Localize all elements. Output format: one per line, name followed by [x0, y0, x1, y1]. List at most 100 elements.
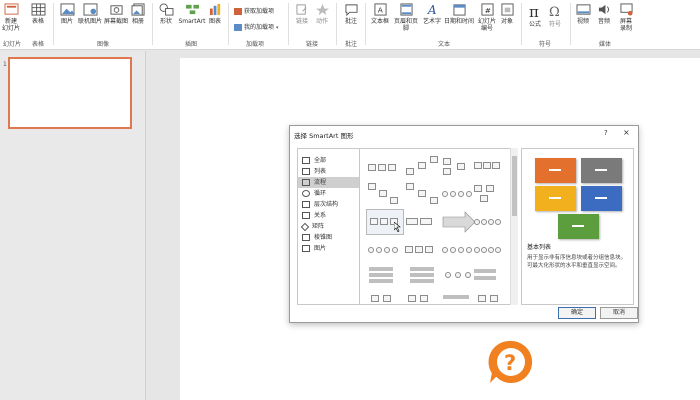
new-slide-button[interactable]: 新建 幻灯片 — [2, 3, 20, 32]
date-time-button[interactable]: 日期和时间 — [444, 3, 474, 25]
symbol-button[interactable]: Ω 符号 — [546, 3, 564, 28]
album-button[interactable]: 相册 — [130, 3, 146, 25]
layout-thumbnail[interactable] — [441, 156, 477, 178]
all-icon — [302, 157, 310, 164]
action-button[interactable]: 动作 — [314, 3, 330, 25]
layout-thumbnail[interactable] — [404, 264, 440, 286]
comment-button[interactable]: 批注 — [342, 3, 360, 25]
layout-thumbnail[interactable] — [367, 264, 403, 286]
cycle-icon — [302, 190, 310, 197]
layout-thumbnail[interactable] — [474, 183, 510, 205]
layout-thumbnail[interactable] — [404, 239, 440, 261]
my-addins-button[interactable]: 我的加载项 ▾ — [234, 22, 278, 31]
layout-thumbnail[interactable] — [367, 239, 403, 261]
online-picture-button[interactable]: 联机图片 — [78, 3, 102, 25]
screenshot-button[interactable]: 屏幕截图 — [104, 3, 128, 25]
layout-thumbnail[interactable] — [367, 183, 403, 205]
wordart-button[interactable]: A 艺术字 — [421, 3, 443, 25]
group-media: 媒体 — [598, 41, 611, 48]
category-label: 棱锥图 — [314, 234, 333, 241]
picture-button[interactable]: 图片 — [57, 3, 77, 25]
category-picture[interactable]: 图片 — [298, 243, 359, 254]
slide-thumbnail[interactable] — [8, 57, 132, 129]
category-cycle[interactable]: 循环 — [298, 188, 359, 199]
textbox-icon: A — [373, 3, 387, 16]
wordart-icon: A — [426, 3, 436, 16]
layout-thumbnail[interactable] — [474, 264, 510, 286]
video-label: 视频 — [576, 18, 589, 25]
layout-thumbnail[interactable] — [404, 289, 440, 304]
preview-title: 基本列表 — [527, 244, 552, 251]
cancel-button[interactable]: 取消 — [600, 307, 638, 319]
svg-text:#: # — [484, 6, 490, 15]
shapes-button[interactable]: 形状 — [156, 3, 176, 25]
layout-thumbnail[interactable] — [441, 264, 477, 286]
online-picture-icon — [83, 3, 97, 16]
date-time-icon — [452, 4, 466, 16]
slide-number-button[interactable]: # 幻灯片 编号 — [476, 3, 498, 32]
category-label: 循环 — [314, 190, 327, 197]
layout-thumbnail[interactable] — [404, 211, 440, 233]
category-pyramid[interactable]: 棱锥图 — [298, 232, 359, 243]
get-addins-button[interactable]: 获取加载项 — [234, 6, 274, 15]
layout-thumbnail[interactable] — [404, 156, 440, 178]
layout-thumbnail[interactable] — [474, 289, 510, 304]
layout-thumbnail[interactable] — [404, 183, 440, 205]
comment-icon — [344, 4, 358, 16]
category-process[interactable]: 流程 — [298, 177, 359, 188]
help-button[interactable]: ? — [604, 129, 608, 137]
scrollbar-thumb[interactable] — [512, 156, 517, 216]
close-button[interactable]: × — [623, 128, 630, 137]
layout-thumbnail[interactable] — [441, 289, 477, 304]
layout-thumbnail[interactable] — [474, 239, 510, 261]
date-time-label: 日期和时间 — [444, 18, 475, 25]
ok-button[interactable]: 确定 — [558, 307, 596, 319]
new-slide-label: 新建 幻灯片 — [2, 18, 21, 32]
object-button[interactable]: 对象 — [499, 3, 515, 25]
audio-button[interactable]: 音频 — [595, 3, 613, 25]
divider — [521, 3, 522, 45]
picture-icon — [302, 245, 310, 252]
smartart-button[interactable]: SmartArt — [178, 3, 206, 25]
video-button[interactable]: 视频 — [574, 3, 592, 25]
album-icon — [131, 3, 145, 16]
table-button[interactable]: 表格 — [28, 3, 48, 25]
layout-thumbnail[interactable] — [367, 156, 403, 178]
layout-thumbnail[interactable] — [474, 156, 510, 178]
screenshot-label: 屏幕截图 — [104, 18, 129, 25]
category-label: 流程 — [314, 179, 327, 186]
preview-pane: 基本列表 用于显示非有序信息块或者分组信息块。可最大化形状的水平和垂直显示空间。 — [521, 148, 634, 305]
category-relationship[interactable]: 关系 — [298, 210, 359, 221]
category-hierarchy[interactable]: 层次结构 — [298, 199, 359, 210]
header-footer-button[interactable]: 页眉和页脚 — [392, 3, 420, 32]
preview-shape — [581, 158, 622, 183]
table-label: 表格 — [31, 18, 44, 25]
cursor-icon — [394, 222, 401, 232]
layout-thumbnail[interactable] — [441, 183, 477, 205]
category-all[interactable]: 全部 — [298, 155, 359, 166]
picture-label: 图片 — [60, 18, 73, 25]
svg-text:A: A — [426, 3, 436, 16]
layout-thumbnail[interactable] — [441, 211, 477, 233]
group-images: 图像 — [96, 41, 109, 48]
layout-thumbnail-selected[interactable] — [366, 209, 404, 235]
layout-thumbnail[interactable] — [441, 239, 477, 261]
layout-thumbnail[interactable] — [367, 289, 403, 304]
group-tables: 表格 — [31, 41, 44, 48]
divider — [365, 3, 366, 45]
category-list-item[interactable]: 列表 — [298, 166, 359, 177]
screen-record-button[interactable]: 屏幕 录制 — [616, 3, 636, 32]
layout-thumbnail[interactable] — [474, 211, 510, 233]
equation-button[interactable]: π 公式 — [525, 3, 545, 28]
link-icon — [295, 4, 307, 15]
smartart-label: SmartArt — [178, 18, 206, 25]
screen-record-icon — [619, 3, 633, 16]
dialog-title: 选择 SmartArt 图形 — [294, 132, 354, 140]
link-label: 链接 — [295, 18, 308, 25]
gallery-scrollbar[interactable] — [510, 148, 518, 305]
category-matrix[interactable]: 矩阵 — [298, 221, 359, 232]
chart-button[interactable]: 图表 — [207, 3, 223, 25]
link-button[interactable]: 链接 — [294, 3, 310, 25]
chart-label: 图表 — [208, 18, 221, 25]
textbox-button[interactable]: A 文本框 — [369, 3, 391, 25]
